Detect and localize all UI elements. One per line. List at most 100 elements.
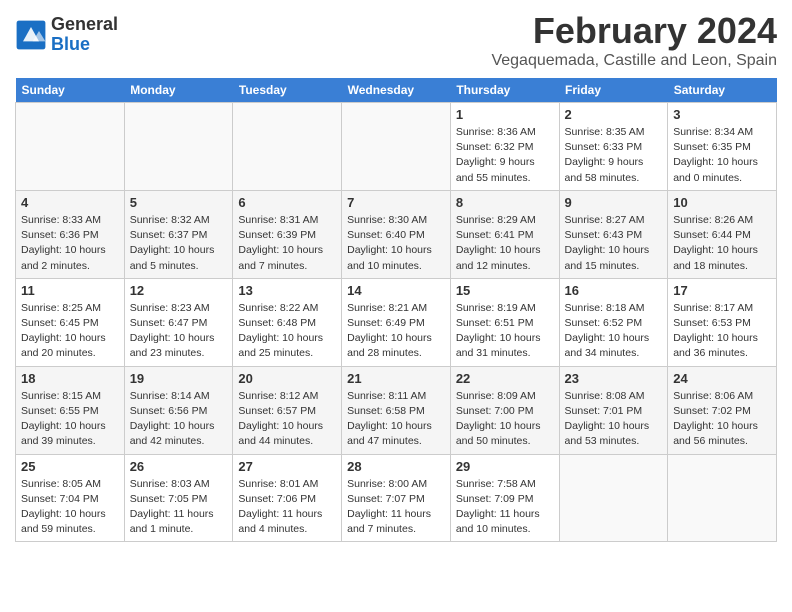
month-year-title: February 2024	[491, 10, 777, 52]
day-info: Sunrise: 8:01 AM Sunset: 7:06 PM Dayligh…	[238, 477, 336, 538]
day-number: 29	[456, 459, 554, 474]
day-info: Sunrise: 8:08 AM Sunset: 7:01 PM Dayligh…	[565, 389, 663, 450]
page-header: General Blue February 2024 Vegaquemada, …	[15, 10, 777, 70]
day-number: 20	[238, 371, 336, 386]
calendar-cell	[124, 103, 233, 191]
weekday-header-friday: Friday	[559, 78, 668, 103]
day-number: 7	[347, 195, 445, 210]
calendar-cell: 25 Sunrise: 8:05 AM Sunset: 7:04 PM Dayli…	[16, 454, 125, 542]
day-info: Sunrise: 8:19 AM Sunset: 6:51 PM Dayligh…	[456, 301, 554, 362]
day-number: 14	[347, 283, 445, 298]
day-info: Sunrise: 8:12 AM Sunset: 6:57 PM Dayligh…	[238, 389, 336, 450]
day-info: Sunrise: 8:31 AM Sunset: 6:39 PM Dayligh…	[238, 213, 336, 274]
day-info: Sunrise: 8:33 AM Sunset: 6:36 PM Dayligh…	[21, 213, 119, 274]
calendar-cell	[559, 454, 668, 542]
day-number: 15	[456, 283, 554, 298]
calendar-cell: 22 Sunrise: 8:09 AM Sunset: 7:00 PM Dayli…	[450, 366, 559, 454]
day-number: 11	[21, 283, 119, 298]
day-info: Sunrise: 8:32 AM Sunset: 6:37 PM Dayligh…	[130, 213, 228, 274]
calendar-cell: 29 Sunrise: 7:58 AM Sunset: 7:09 PM Dayli…	[450, 454, 559, 542]
day-number: 26	[130, 459, 228, 474]
calendar-cell: 5 Sunrise: 8:32 AM Sunset: 6:37 PM Daylig…	[124, 190, 233, 278]
day-number: 1	[456, 107, 554, 122]
day-info: Sunrise: 8:03 AM Sunset: 7:05 PM Dayligh…	[130, 477, 228, 538]
calendar-cell: 2 Sunrise: 8:35 AM Sunset: 6:33 PM Daylig…	[559, 103, 668, 191]
day-number: 18	[21, 371, 119, 386]
calendar-week-4: 18 Sunrise: 8:15 AM Sunset: 6:55 PM Dayli…	[16, 366, 777, 454]
calendar-table: SundayMondayTuesdayWednesdayThursdayFrid…	[15, 78, 777, 542]
day-number: 25	[21, 459, 119, 474]
calendar-cell: 12Sunrise: 8:23 AM Sunset: 6:47 PM Dayli…	[124, 278, 233, 366]
day-number: 8	[456, 195, 554, 210]
logo-name-line1: General	[51, 15, 118, 35]
calendar-title-section: February 2024 Vegaquemada, Castille and …	[491, 10, 777, 70]
day-info: Sunrise: 8:22 AM Sunset: 6:48 PM Dayligh…	[238, 301, 336, 362]
day-info: Sunrise: 8:00 AM Sunset: 7:07 PM Dayligh…	[347, 477, 445, 538]
calendar-cell: 13 Sunrise: 8:22 AM Sunset: 6:48 PM Dayli…	[233, 278, 342, 366]
day-info: Sunrise: 8:25 AM Sunset: 6:45 PM Dayligh…	[21, 301, 119, 362]
day-number: 9	[565, 195, 663, 210]
day-info: Sunrise: 8:23 AM Sunset: 6:47 PM Dayligh…	[130, 301, 228, 362]
day-number: 23	[565, 371, 663, 386]
day-number: 13	[238, 283, 336, 298]
day-info: Sunrise: 8:14 AM Sunset: 6:56 PM Dayligh…	[130, 389, 228, 450]
calendar-week-1: 1Sunrise: 8:36 AM Sunset: 6:32 PM Daylig…	[16, 103, 777, 191]
day-info: Sunrise: 8:18 AM Sunset: 6:52 PM Dayligh…	[565, 301, 663, 362]
day-number: 16	[565, 283, 663, 298]
weekday-header-tuesday: Tuesday	[233, 78, 342, 103]
weekday-header-thursday: Thursday	[450, 78, 559, 103]
day-info: Sunrise: 8:15 AM Sunset: 6:55 PM Dayligh…	[21, 389, 119, 450]
calendar-cell: 8 Sunrise: 8:29 AM Sunset: 6:41 PM Daylig…	[450, 190, 559, 278]
logo-name-line2: Blue	[51, 35, 118, 55]
day-number: 22	[456, 371, 554, 386]
day-number: 3	[673, 107, 771, 122]
calendar-week-3: 11 Sunrise: 8:25 AM Sunset: 6:45 PM Dayli…	[16, 278, 777, 366]
day-number: 28	[347, 459, 445, 474]
calendar-cell: 4 Sunrise: 8:33 AM Sunset: 6:36 PM Daylig…	[16, 190, 125, 278]
calendar-cell: 7 Sunrise: 8:30 AM Sunset: 6:40 PM Daylig…	[342, 190, 451, 278]
logo: General Blue	[15, 15, 118, 55]
calendar-cell: 3 Sunrise: 8:34 AM Sunset: 6:35 PM Daylig…	[668, 103, 777, 191]
calendar-cell: 17 Sunrise: 8:17 AM Sunset: 6:53 PM Dayli…	[668, 278, 777, 366]
calendar-cell: 1Sunrise: 8:36 AM Sunset: 6:32 PM Daylig…	[450, 103, 559, 191]
calendar-cell: 21 Sunrise: 8:11 AM Sunset: 6:58 PM Dayli…	[342, 366, 451, 454]
calendar-cell: 9 Sunrise: 8:27 AM Sunset: 6:43 PM Daylig…	[559, 190, 668, 278]
day-info: Sunrise: 8:35 AM Sunset: 6:33 PM Dayligh…	[565, 125, 663, 186]
day-info: Sunrise: 8:34 AM Sunset: 6:35 PM Dayligh…	[673, 125, 771, 186]
day-number: 21	[347, 371, 445, 386]
location-subtitle: Vegaquemada, Castille and Leon, Spain	[491, 52, 777, 70]
day-info: Sunrise: 8:09 AM Sunset: 7:00 PM Dayligh…	[456, 389, 554, 450]
calendar-week-5: 25 Sunrise: 8:05 AM Sunset: 7:04 PM Dayli…	[16, 454, 777, 542]
calendar-cell: 20 Sunrise: 8:12 AM Sunset: 6:57 PM Dayli…	[233, 366, 342, 454]
weekday-header-saturday: Saturday	[668, 78, 777, 103]
day-info: Sunrise: 8:21 AM Sunset: 6:49 PM Dayligh…	[347, 301, 445, 362]
day-info: Sunrise: 8:29 AM Sunset: 6:41 PM Dayligh…	[456, 213, 554, 274]
day-info: Sunrise: 7:58 AM Sunset: 7:09 PM Dayligh…	[456, 477, 554, 538]
calendar-cell	[342, 103, 451, 191]
day-info: Sunrise: 8:17 AM Sunset: 6:53 PM Dayligh…	[673, 301, 771, 362]
day-info: Sunrise: 8:27 AM Sunset: 6:43 PM Dayligh…	[565, 213, 663, 274]
day-info: Sunrise: 8:11 AM Sunset: 6:58 PM Dayligh…	[347, 389, 445, 450]
day-info: Sunrise: 8:30 AM Sunset: 6:40 PM Dayligh…	[347, 213, 445, 274]
calendar-cell: 15 Sunrise: 8:19 AM Sunset: 6:51 PM Dayli…	[450, 278, 559, 366]
day-number: 2	[565, 107, 663, 122]
day-info: Sunrise: 8:26 AM Sunset: 6:44 PM Dayligh…	[673, 213, 771, 274]
calendar-cell: 23 Sunrise: 8:08 AM Sunset: 7:01 PM Dayli…	[559, 366, 668, 454]
calendar-cell: 27 Sunrise: 8:01 AM Sunset: 7:06 PM Dayli…	[233, 454, 342, 542]
calendar-week-2: 4 Sunrise: 8:33 AM Sunset: 6:36 PM Daylig…	[16, 190, 777, 278]
weekday-header-row: SundayMondayTuesdayWednesdayThursdayFrid…	[16, 78, 777, 103]
calendar-cell: 14 Sunrise: 8:21 AM Sunset: 6:49 PM Dayli…	[342, 278, 451, 366]
weekday-header-monday: Monday	[124, 78, 233, 103]
day-info: Sunrise: 8:05 AM Sunset: 7:04 PM Dayligh…	[21, 477, 119, 538]
day-number: 27	[238, 459, 336, 474]
day-number: 17	[673, 283, 771, 298]
day-number: 24	[673, 371, 771, 386]
calendar-cell	[668, 454, 777, 542]
day-number: 5	[130, 195, 228, 210]
calendar-cell: 6 Sunrise: 8:31 AM Sunset: 6:39 PM Daylig…	[233, 190, 342, 278]
day-number: 4	[21, 195, 119, 210]
weekday-header-wednesday: Wednesday	[342, 78, 451, 103]
calendar-cell: 19Sunrise: 8:14 AM Sunset: 6:56 PM Dayli…	[124, 366, 233, 454]
calendar-cell	[233, 103, 342, 191]
day-number: 6	[238, 195, 336, 210]
